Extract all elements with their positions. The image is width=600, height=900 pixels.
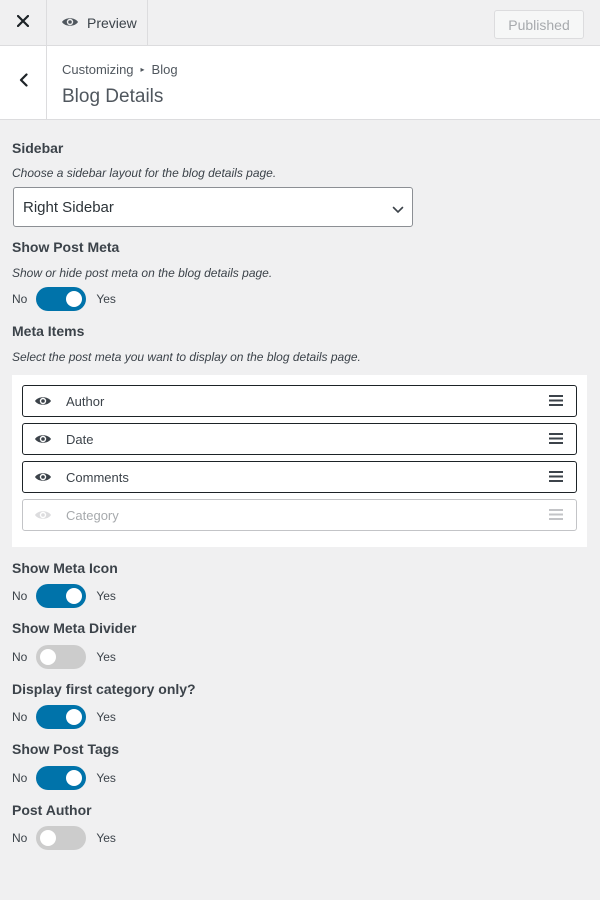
toggle-no-label: No — [12, 771, 28, 785]
section-header: Customizing ▸ Blog Blog Details — [0, 46, 600, 120]
breadcrumb: Customizing ▸ Blog — [62, 62, 178, 77]
meta-item-comments[interactable]: Comments — [22, 461, 577, 493]
chevron-down-icon — [392, 201, 404, 218]
post-author-toggle[interactable] — [36, 826, 87, 850]
toggle-knob — [66, 291, 83, 307]
close-icon — [16, 14, 30, 32]
sidebar-field-description: Choose a sidebar layout for the blog det… — [12, 166, 277, 180]
meta-item-label: Category — [66, 507, 119, 523]
eye-icon[interactable] — [34, 509, 52, 521]
first-category-toggle-row: No Yes — [12, 705, 116, 729]
breadcrumb-current: Blog — [151, 62, 178, 77]
toggle-yes-label: Yes — [96, 292, 116, 306]
toggle-yes-label: Yes — [96, 710, 116, 724]
toggle-no-label: No — [12, 710, 28, 724]
meta-items-panel: Author Date Comments Category — [12, 375, 587, 547]
publish-button[interactable]: Published — [494, 10, 584, 39]
first-category-toggle[interactable] — [36, 705, 87, 729]
meta-icon-field-title: Show Meta Icon — [12, 560, 118, 576]
meta-item-label: Author — [66, 393, 105, 409]
sidebar-field-title: Sidebar — [12, 140, 64, 156]
toggle-yes-label: Yes — [96, 771, 116, 785]
eye-icon[interactable] — [34, 395, 52, 407]
close-button[interactable] — [0, 0, 47, 45]
toggle-knob — [40, 649, 57, 665]
post-author-toggle-row: No Yes — [12, 826, 116, 850]
toggle-yes-label: Yes — [96, 831, 116, 845]
sidebar-layout-select[interactable]: Right Sidebar — [13, 187, 413, 227]
toggle-yes-label: Yes — [96, 589, 116, 603]
toggle-knob — [66, 709, 83, 725]
breadcrumb-root: Customizing — [62, 62, 134, 77]
preview-button[interactable]: Preview — [47, 0, 148, 45]
drag-handle-icon[interactable] — [549, 433, 563, 444]
first-category-field-title: Display first category only? — [12, 681, 196, 697]
toggle-knob — [40, 830, 57, 846]
post-author-field-title: Post Author — [12, 802, 92, 818]
meta-items-field-title: Meta Items — [12, 323, 85, 339]
chevron-left-icon — [19, 73, 28, 92]
page-title: Blog Details — [62, 86, 164, 107]
drag-handle-icon[interactable] — [549, 509, 563, 520]
meta-item-category[interactable]: Category — [22, 499, 577, 531]
drag-handle-icon[interactable] — [549, 471, 563, 482]
meta-item-author[interactable]: Author — [22, 385, 577, 417]
meta-icon-toggle-row: No Yes — [12, 584, 116, 608]
post-tags-field-title: Show Post Tags — [12, 741, 120, 757]
breadcrumb-separator-icon: ▸ — [140, 65, 145, 74]
meta-icon-toggle[interactable] — [36, 584, 87, 608]
post-tags-toggle-row: No Yes — [12, 766, 116, 790]
meta-item-label: Date — [66, 431, 94, 447]
toggle-yes-label: Yes — [96, 650, 116, 664]
meta-item-label: Comments — [66, 469, 129, 485]
toggle-knob — [66, 770, 83, 786]
preview-label: Preview — [87, 14, 137, 31]
sidebar-layout-value: Right Sidebar — [23, 198, 114, 216]
eye-icon[interactable] — [34, 433, 52, 445]
post-meta-toggle[interactable] — [36, 287, 87, 311]
post-meta-field-title: Show Post Meta — [12, 239, 120, 255]
toggle-no-label: No — [12, 650, 28, 664]
back-button[interactable] — [0, 46, 47, 119]
post-meta-field-description: Show or hide post meta on the blog detai… — [12, 266, 273, 280]
post-meta-toggle-row: No Yes — [12, 287, 116, 311]
toggle-no-label: No — [12, 831, 28, 845]
toggle-no-label: No — [12, 292, 28, 306]
meta-divider-field-title: Show Meta Divider — [12, 620, 137, 636]
meta-divider-toggle[interactable] — [36, 645, 87, 669]
eye-icon[interactable] — [34, 471, 52, 483]
toggle-no-label: No — [12, 589, 28, 603]
meta-item-date[interactable]: Date — [22, 423, 577, 455]
post-tags-toggle[interactable] — [36, 766, 87, 790]
meta-divider-toggle-row: No Yes — [12, 645, 116, 669]
meta-items-field-description: Select the post meta you want to display… — [12, 350, 361, 364]
drag-handle-icon[interactable] — [549, 395, 563, 406]
toggle-knob — [66, 588, 83, 604]
customizer-topbar: Preview Published — [0, 0, 600, 46]
eye-icon — [61, 15, 87, 31]
